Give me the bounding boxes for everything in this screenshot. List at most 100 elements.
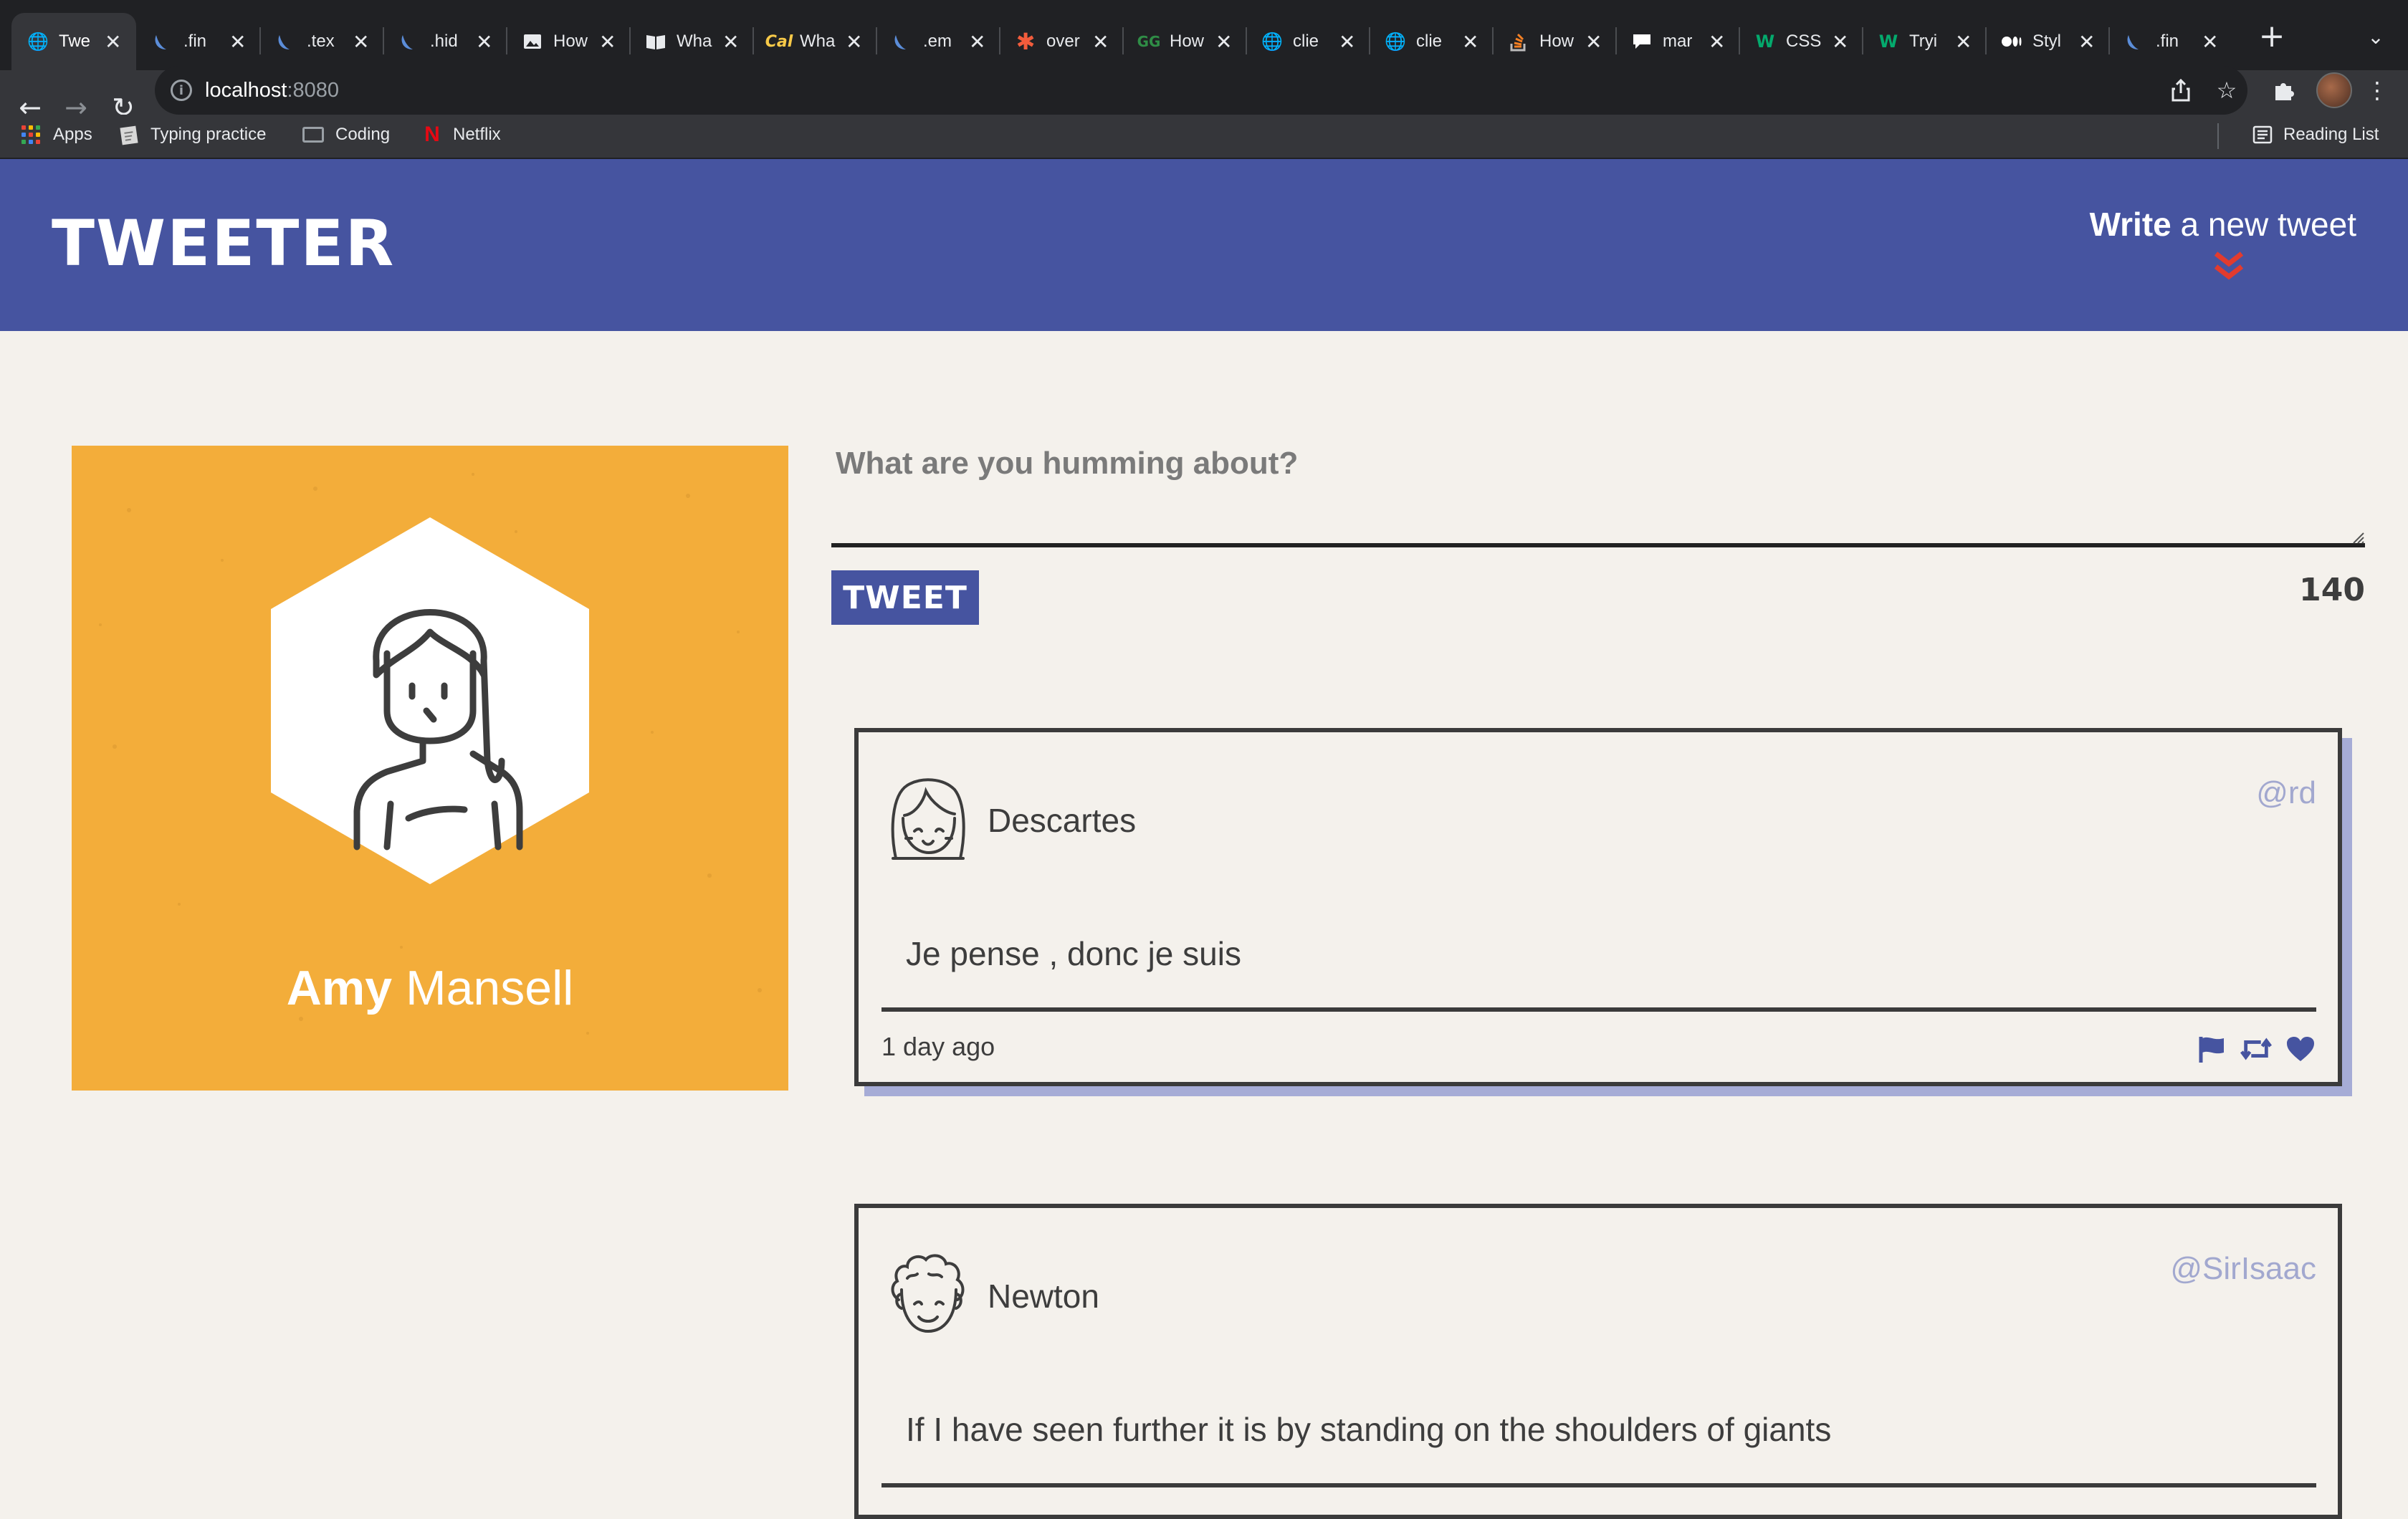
geeks-icon: GG [1137,33,1161,50]
tweet-divider [882,1483,2316,1487]
tab-how-3[interactable]: How ✕ [1492,13,1615,70]
close-tab-icon[interactable]: ✕ [722,30,739,54]
bookmark-star-icon[interactable]: ☆ [2204,66,2249,115]
heart-icon[interactable] [2285,1033,2316,1065]
globe-icon: 🌐 [1261,32,1283,52]
bookmarks-separator [2217,123,2219,149]
kebab-menu-icon[interactable]: ⋮ [2355,66,2399,115]
tweet-card: Newton @SirIsaac If I have seen further … [854,1204,2342,1519]
close-tab-icon[interactable]: ✕ [1215,30,1232,54]
stackoverflow-icon [1508,31,1529,52]
tweet-actions [2196,1033,2316,1065]
tweet-card: Descartes @rd Je pense , donc je suis 1 … [854,728,2342,1086]
profile-first-name: Amy [286,961,393,1015]
app-logo: TWEETER [52,206,396,280]
close-tab-icon[interactable]: ✕ [1585,30,1602,54]
asterisk-icon: ✱ [1016,28,1036,55]
tab-how-1[interactable]: How ✕ [506,13,629,70]
tweet-divider [882,1007,2316,1012]
tab-css[interactable]: W CSS ✕ [1739,13,1862,70]
w3-icon: W [1878,32,1898,52]
folder-icon [302,127,324,143]
retweet-icon[interactable] [2240,1033,2272,1065]
close-tab-icon[interactable]: ✕ [1955,30,1972,54]
tab-what-2[interactable]: Cal Wha ✕ [752,13,876,70]
close-tab-icon[interactable]: ✕ [846,30,862,54]
bookmark-typing-practice[interactable]: Typing practice [119,115,266,155]
tweet-author-handle[interactable]: @rd [2256,775,2316,811]
character-counter: 140 [2299,572,2365,608]
close-tab-icon[interactable]: ✕ [229,30,246,54]
reading-list-button[interactable]: Reading List [2252,115,2379,155]
address-bar[interactable] [155,66,2247,115]
url-port: :8080 [287,78,340,102]
site-info-icon[interactable]: i [171,80,192,101]
tweet-author-handle[interactable]: @SirIsaac [2170,1251,2316,1287]
close-tab-icon[interactable]: ✕ [2202,30,2218,54]
tab-tweeter[interactable]: 🌐 Twe ✕ [11,13,136,70]
address-bar-content: i localhost:8080 [155,66,339,115]
tab-jquery-hide[interactable]: .hid ✕ [383,13,506,70]
new-tab-button[interactable]: + [2250,16,2293,56]
netflix-icon: N [424,123,440,146]
url-text[interactable]: localhost:8080 [205,79,339,102]
tab-client-2[interactable]: 🌐 clie ✕ [1369,13,1492,70]
profile-avatar[interactable] [2316,72,2352,108]
tweet-author-name: Descartes [988,802,1137,839]
write-new-tweet-link[interactable]: Write a new tweet [2090,205,2356,244]
profile-last-name: Mansell [392,961,574,1015]
jquery-icon [275,31,297,52]
bookmark-netflix[interactable]: N Netflix [421,115,501,155]
profile-name: Amy Mansell [72,960,788,1016]
textarea-resize-grip-icon[interactable] [2351,530,2365,545]
medium-icon [2001,31,2022,52]
share-icon[interactable] [2159,66,2203,115]
tab-markdown[interactable]: mar ✕ [1615,13,1739,70]
close-tab-icon[interactable]: ✕ [1339,30,1355,54]
new-tweet-textarea[interactable] [831,439,2365,547]
bookmarks-bar: Apps Typing practice Coding N Netflix Re… [0,115,2408,159]
reading-list-icon [2252,124,2273,145]
jquery-icon [152,31,173,52]
close-tab-icon[interactable]: ✕ [2078,30,2095,54]
tab-overflow[interactable]: ✱ over ✕ [999,13,1122,70]
tweet-submit-button[interactable]: TWEET [831,570,979,625]
close-tab-icon[interactable]: ✕ [1832,30,1848,54]
bookmark-coding[interactable]: Coding [302,115,390,155]
close-tab-icon[interactable]: ✕ [1709,30,1725,54]
close-tab-icon[interactable]: ✕ [969,30,985,54]
close-tab-icon[interactable]: ✕ [599,30,616,54]
url-host: localhost [205,78,287,102]
close-tab-icon[interactable]: ✕ [353,30,369,54]
tweet-timestamp: 1 day ago [882,1032,995,1061]
double-chevron-down-icon[interactable] [2212,251,2246,282]
speech-icon [1631,31,1653,52]
close-tab-icon[interactable]: ✕ [476,30,492,54]
extensions-puzzle-icon[interactable] [2262,66,2306,115]
compose-link-bold: Write [2089,206,2172,243]
jquery-icon [2124,31,2146,52]
user-avatar-girl-icon [891,778,965,860]
tab-trying[interactable]: W Tryi ✕ [1862,13,1985,70]
compose-link-rest: a new tweet [2171,206,2357,243]
jquery-icon [892,31,913,52]
tab-client-1[interactable]: 🌐 clie ✕ [1246,13,1369,70]
tab-what-1[interactable]: Wha ✕ [629,13,752,70]
browser-tab-strip: 🌐 Twe ✕ .fin ✕ .tex ✕ .hid ✕ How ✕ Wha ✕… [0,0,2408,70]
tab-jquery-find[interactable]: .fin ✕ [136,13,259,70]
close-tab-icon[interactable]: ✕ [1462,30,1478,54]
w3-icon: W [1755,32,1775,52]
tab-how-2[interactable]: GG How ✕ [1122,13,1246,70]
close-tab-icon[interactable]: ✕ [105,30,121,54]
tab-jquery-text[interactable]: .tex ✕ [259,13,383,70]
tab-style[interactable]: Styl ✕ [1985,13,2108,70]
jquery-icon [398,31,420,52]
tab-jquery-find-2[interactable]: .fin ✕ [2108,13,2232,70]
bookmark-apps[interactable]: Apps [22,115,92,155]
picture-icon [522,31,543,52]
tab-search-icon[interactable]: ⌄ [2358,19,2394,54]
close-tab-icon[interactable]: ✕ [1092,30,1109,54]
tab-jquery-empty[interactable]: .em ✕ [876,13,999,70]
typing-note-icon [119,124,140,145]
flag-icon[interactable] [2196,1033,2227,1065]
